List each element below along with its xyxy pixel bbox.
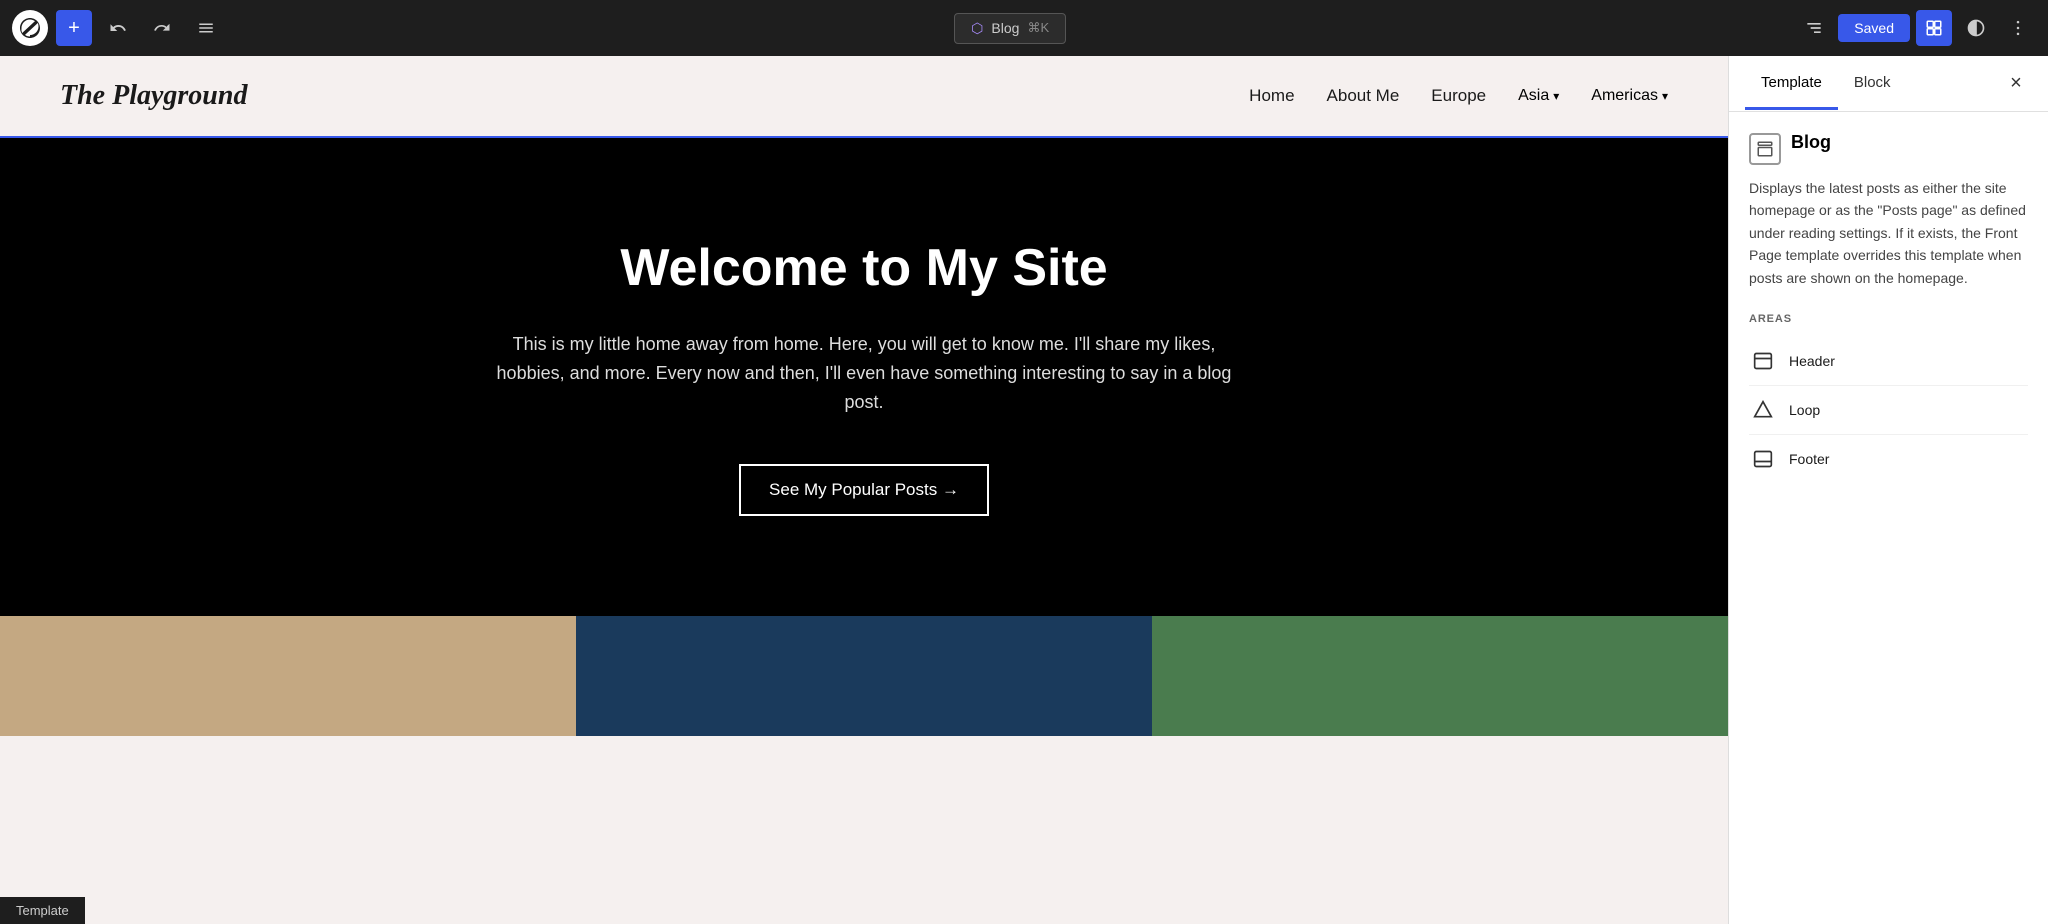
nav-asia[interactable]: Asia ▾ [1518,87,1559,105]
main-layout: The Playground Home About Me Europe Asia… [0,56,2048,924]
posts-preview [0,616,1728,736]
panel-tabs: Template Block [1745,58,1907,110]
toolbar-right: Saved [1796,10,2036,46]
panel-close-button[interactable]: × [2000,68,2032,100]
canvas-area[interactable]: The Playground Home About Me Europe Asia… [0,56,1728,924]
view-button[interactable] [1796,10,1832,46]
redo-button[interactable] [144,10,180,46]
nav-home[interactable]: Home [1249,86,1294,106]
site-title: The Playground [60,80,247,112]
site-header: The Playground Home About Me Europe Asia… [0,56,1728,138]
areas-label: AREAS [1749,313,2028,325]
blog-shortcut: ⌘K [1027,20,1049,36]
tab-template[interactable]: Template [1745,58,1838,110]
bottom-bar-label: Template [16,903,69,918]
footer-icon [1749,445,1777,473]
header-icon [1749,347,1777,375]
site-preview: The Playground Home About Me Europe Asia… [0,56,1728,924]
tab-block[interactable]: Block [1838,58,1907,110]
template-icon [1749,133,1781,165]
nav-europe[interactable]: Europe [1431,86,1486,106]
blog-pill-label: Blog [991,20,1019,36]
site-nav: Home About Me Europe Asia ▾ Americas ▾ [1249,86,1668,106]
asia-chevron-icon: ▾ [1553,89,1559,103]
main-toolbar: + ⬡ Blog ⌘K Saved [0,0,2048,56]
tools-button[interactable] [188,10,224,46]
area-header[interactable]: Header [1749,337,2028,386]
post-thumb-3 [1152,616,1728,736]
post-thumb-1 [0,616,576,736]
blog-icon: ⬡ [971,20,983,37]
contrast-button[interactable] [1958,10,1994,46]
layout-button[interactable] [1916,10,1952,46]
nav-americas[interactable]: Americas ▾ [1591,87,1668,105]
options-button[interactable] [2000,10,2036,46]
hero-title: Welcome to My Site [60,238,1668,298]
saved-button[interactable]: Saved [1838,14,1910,42]
footer-label: Footer [1789,451,1829,467]
loop-icon [1749,396,1777,424]
nav-about[interactable]: About Me [1327,86,1400,106]
panel-content: Blog Displays the latest posts as either… [1729,112,2048,924]
bottom-bar: Template [0,897,85,924]
hero-description: This is my little home away from home. H… [484,330,1244,416]
right-panel: Template Block × Blog Displays the lates… [1728,56,2048,924]
wp-logo[interactable] [12,10,48,46]
add-button[interactable]: + [56,10,92,46]
loop-label: Loop [1789,402,1820,418]
area-loop[interactable]: Loop [1749,386,2028,435]
template-name: Blog [1791,132,1831,153]
post-thumb-2 [576,616,1152,736]
undo-button[interactable] [100,10,136,46]
americas-chevron-icon: ▾ [1662,89,1668,103]
hero-cta-button[interactable]: See My Popular Posts → [739,464,989,516]
area-footer[interactable]: Footer [1749,435,2028,483]
toolbar-center: ⬡ Blog ⌘K [232,13,1788,44]
hero-section: Welcome to My Site This is my little hom… [0,138,1728,616]
blog-pill[interactable]: ⬡ Blog ⌘K [954,13,1066,44]
header-label: Header [1789,353,1835,369]
template-description: Displays the latest posts as either the … [1749,177,2028,289]
panel-header: Template Block × [1729,56,2048,112]
